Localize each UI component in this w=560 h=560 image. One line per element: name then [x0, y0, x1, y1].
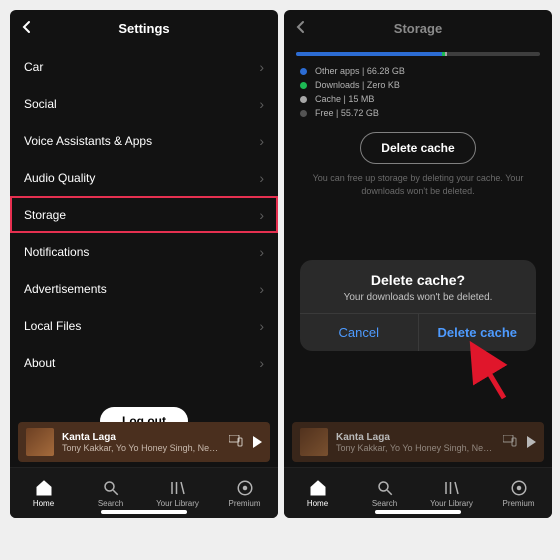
legend-row: Other apps | 66.28 GB — [300, 66, 536, 76]
tab-label: Premium — [228, 499, 260, 508]
devices-icon[interactable] — [503, 435, 521, 450]
chevron-right-icon: › — [259, 133, 264, 149]
tab-premium[interactable]: Premium — [485, 468, 552, 518]
home-indicator — [375, 510, 461, 514]
storage-bar-segment — [445, 52, 447, 56]
row-label: Car — [24, 60, 43, 74]
legend-dot-icon — [300, 96, 307, 103]
legend-row: Cache | 15 MB — [300, 94, 536, 104]
delete-cache-dialog: Delete cache? Your downloads won't be de… — [300, 260, 536, 351]
tab-label: Your Library — [430, 499, 473, 508]
row-label: Audio Quality — [24, 171, 95, 185]
settings-row-notifications[interactable]: Notifications › — [10, 233, 278, 270]
tab-label: Search — [372, 499, 397, 508]
settings-row-social[interactable]: Social › — [10, 85, 278, 122]
back-icon[interactable] — [20, 18, 34, 39]
home-indicator — [101, 510, 187, 514]
home-icon — [309, 479, 327, 497]
storage-bar-segment — [296, 52, 442, 56]
legend-row: Free | 55.72 GB — [300, 108, 536, 118]
settings-row-car[interactable]: Car › — [10, 48, 278, 85]
row-label: Notifications — [24, 245, 89, 259]
row-label: Voice Assistants & Apps — [24, 134, 152, 148]
storage-hint: You can free up storage by deleting your… — [284, 172, 552, 197]
chevron-right-icon: › — [259, 170, 264, 186]
annotation-arrow-icon — [474, 350, 514, 400]
devices-icon[interactable] — [229, 435, 247, 450]
back-icon[interactable] — [294, 18, 308, 39]
legend-dot-icon — [300, 82, 307, 89]
header: Settings — [10, 10, 278, 46]
chevron-right-icon: › — [259, 207, 264, 223]
library-icon — [443, 479, 461, 497]
np-title: Kanta Laga — [62, 432, 223, 443]
album-art — [26, 428, 54, 456]
np-title: Kanta Laga — [336, 432, 497, 443]
settings-row-local-files[interactable]: Local Files › — [10, 307, 278, 344]
settings-screen: Settings Car›Social›Voice Assistants & A… — [10, 10, 278, 518]
legend-text: Cache | 15 MB — [315, 94, 374, 104]
chevron-right-icon: › — [259, 244, 264, 260]
tab-label: Premium — [502, 499, 534, 508]
cancel-button[interactable]: Cancel — [300, 314, 418, 351]
np-artists: Tony Kakkar, Yo Yo Honey Singh, Neha Kak… — [62, 443, 223, 453]
row-label: Social — [24, 97, 57, 111]
search-icon — [376, 479, 394, 497]
legend-dot-icon — [300, 68, 307, 75]
legend-text: Other apps | 66.28 GB — [315, 66, 405, 76]
delete-cache-button[interactable]: Delete cache — [360, 132, 475, 164]
storage-screen: Storage Other apps | 66.28 GB Downloads |… — [284, 10, 552, 518]
dialog-subtitle: Your downloads won't be deleted. — [310, 292, 526, 303]
row-label: Storage — [24, 208, 66, 222]
settings-row-about[interactable]: About › — [10, 344, 278, 381]
now-playing-bar[interactable]: Kanta Laga Tony Kakkar, Yo Yo Honey Sing… — [292, 422, 544, 462]
tab-premium[interactable]: Premium — [211, 468, 278, 518]
settings-row-audio-quality[interactable]: Audio Quality › — [10, 159, 278, 196]
album-art — [300, 428, 328, 456]
settings-row-storage[interactable]: Storage › — [10, 196, 278, 233]
row-label: Local Files — [24, 319, 81, 333]
settings-row-advertisements[interactable]: Advertisements › — [10, 270, 278, 307]
storage-legend: Other apps | 66.28 GB Downloads | Zero KB… — [300, 66, 536, 118]
chevron-right-icon: › — [259, 355, 264, 371]
now-playing-bar[interactable]: Kanta Laga Tony Kakkar, Yo Yo Honey Sing… — [18, 422, 270, 462]
library-icon — [169, 479, 187, 497]
legend-row: Downloads | Zero KB — [300, 80, 536, 90]
confirm-delete-button[interactable]: Delete cache — [418, 314, 537, 351]
dialog-title: Delete cache? — [310, 272, 526, 288]
play-icon[interactable] — [527, 436, 536, 448]
tab-label: Home — [33, 499, 54, 508]
tab-label: Home — [307, 499, 328, 508]
settings-row-voice-assistants-apps[interactable]: Voice Assistants & Apps › — [10, 122, 278, 159]
legend-text: Free | 55.72 GB — [315, 108, 379, 118]
row-label: About — [24, 356, 55, 370]
tab-home[interactable]: Home — [10, 468, 77, 518]
premium-icon — [510, 479, 528, 497]
play-icon[interactable] — [253, 436, 262, 448]
tab-label: Search — [98, 499, 123, 508]
tab-home[interactable]: Home — [284, 468, 351, 518]
np-artists: Tony Kakkar, Yo Yo Honey Singh, Neha Kak… — [336, 443, 497, 453]
header: Storage — [284, 10, 552, 46]
page-title: Settings — [118, 21, 169, 36]
premium-icon — [236, 479, 254, 497]
settings-list: Car›Social›Voice Assistants & Apps›Audio… — [10, 48, 278, 381]
chevron-right-icon: › — [259, 318, 264, 334]
search-icon — [102, 479, 120, 497]
storage-bar — [296, 52, 540, 56]
tab-label: Your Library — [156, 499, 199, 508]
chevron-right-icon: › — [259, 281, 264, 297]
row-label: Advertisements — [24, 282, 107, 296]
page-title: Storage — [394, 21, 442, 36]
legend-text: Downloads | Zero KB — [315, 80, 400, 90]
chevron-right-icon: › — [259, 96, 264, 112]
chevron-right-icon: › — [259, 59, 264, 75]
legend-dot-icon — [300, 110, 307, 117]
home-icon — [35, 479, 53, 497]
